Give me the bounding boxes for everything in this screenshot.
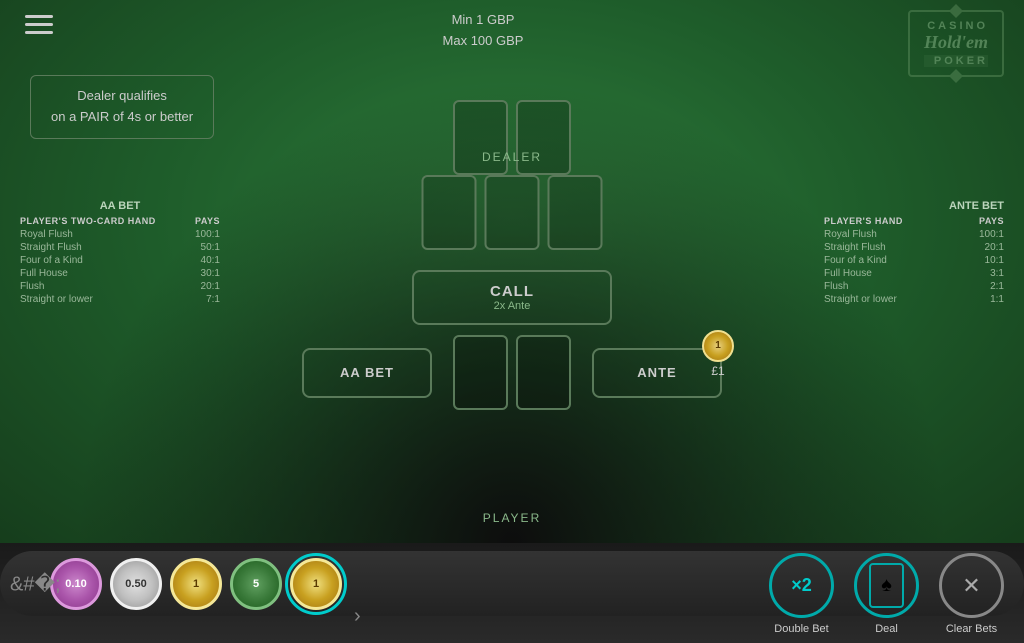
deal-card-icon: ♠ [869,563,904,608]
table-row: Full House3:1 [824,268,1004,279]
chip-tray-prev[interactable]: &#�; [10,571,61,596]
dealer-info-line2: on a PAIR of 4s or better [51,107,193,128]
clear-bets-symbol: ✕ [962,573,980,599]
chip-050[interactable]: 0.50 [110,558,162,610]
clear-bets-label: Clear Bets [946,623,997,635]
action-buttons: ×2 Double Bet ♠ Deal ✕ Clear Bets [769,553,1004,635]
call-label: CALL [490,283,534,300]
player-label: PLAYER [483,511,541,525]
call-sub-label: 2x Ante [494,300,531,312]
double-bet-symbol: ×2 [791,575,812,596]
menu-button[interactable] [20,10,58,39]
logo-poker-text: POKER [924,55,988,67]
deal-button[interactable]: ♠ Deal [854,553,919,635]
table-row: Straight or lower1:1 [824,294,1004,305]
paytable-left-header: PLAYER'S TWO-CARD HAND PAYS [20,216,220,226]
table-row: Full House30:1 [20,268,220,279]
table-row: Four of a Kind10:1 [824,255,1004,266]
dealer-info-line1: Dealer qualifies [51,86,193,107]
paytable-left-title: AA BET [20,200,220,212]
paytable-right-title: ANTE BET [824,200,1004,212]
table-row: Straight or lower7:1 [20,294,220,305]
ante-chip-circle: 1 [702,330,734,362]
clear-bets-circle[interactable]: ✕ [939,553,1004,618]
deal-circle[interactable]: ♠ [854,553,919,618]
community-card-2 [485,175,540,250]
community-card-3 [548,175,603,250]
double-bet-button[interactable]: ×2 Double Bet [769,553,834,635]
table-row: Royal Flush100:1 [824,229,1004,240]
table-row: Flush2:1 [824,281,1004,292]
community-card-1 [422,175,477,250]
chip-1-selected[interactable]: 1 [290,558,342,610]
dealer-info-box: Dealer qualifies on a PAIR of 4s or bett… [30,75,214,139]
bet-min-label: Min 1 GBP [443,10,524,31]
table-area: Min 1 GBP Max 100 GBP CASINO Hold'em POK… [0,0,1024,543]
player-cards-area [453,335,571,410]
player-card-2 [516,335,571,410]
clear-bets-button[interactable]: ✕ Clear Bets [939,553,1004,635]
ante-chip: 1 £1 [702,330,734,378]
double-bet-circle[interactable]: ×2 [769,553,834,618]
bet-area: AA BET ANTE 1 £1 [302,335,722,410]
top-bar: Min 1 GBP Max 100 GBP CASINO Hold'em POK… [0,0,1024,70]
logo-holdem-text: Hold'em [924,32,988,53]
deal-label: Deal [875,623,898,635]
table-row: Straight Flush50:1 [20,242,220,253]
table-row: Royal Flush100:1 [20,229,220,240]
chip-tray-next[interactable]: › [354,605,361,628]
paytable-left: AA BET PLAYER'S TWO-CARD HAND PAYS Royal… [20,200,220,307]
casino-logo: CASINO Hold'em POKER [908,10,1004,77]
player-card-1 [453,335,508,410]
bet-limits: Min 1 GBP Max 100 GBP [443,10,524,52]
call-box: CALL 2x Ante [412,270,612,325]
table-row: Straight Flush20:1 [824,242,1004,253]
community-cards [422,175,603,250]
ante-label: ANTE [637,365,676,380]
table-row: Four of a Kind40:1 [20,255,220,266]
chip-1[interactable]: 1 [170,558,222,610]
table-row: Flush20:1 [20,281,220,292]
bet-max-label: Max 100 GBP [443,31,524,52]
chip-5[interactable]: 5 [230,558,282,610]
paytable-right: ANTE BET PLAYER'S HAND PAYS Royal Flush1… [824,200,1004,307]
paytable-right-header: PLAYER'S HAND PAYS [824,216,1004,226]
aa-bet-label: AA BET [340,365,394,380]
aa-bet-box[interactable]: AA BET [302,348,432,398]
ante-chip-label: £1 [711,364,724,378]
bottom-bar: &#�; 0.10 0.50 1 5 1 › ×2 Double Bet ♠ [0,543,1024,643]
double-bet-label: Double Bet [774,623,828,635]
dealer-label: DEALER [482,150,542,164]
ante-area: ANTE 1 £1 [592,348,722,398]
logo-casino-text: CASINO [924,20,988,32]
